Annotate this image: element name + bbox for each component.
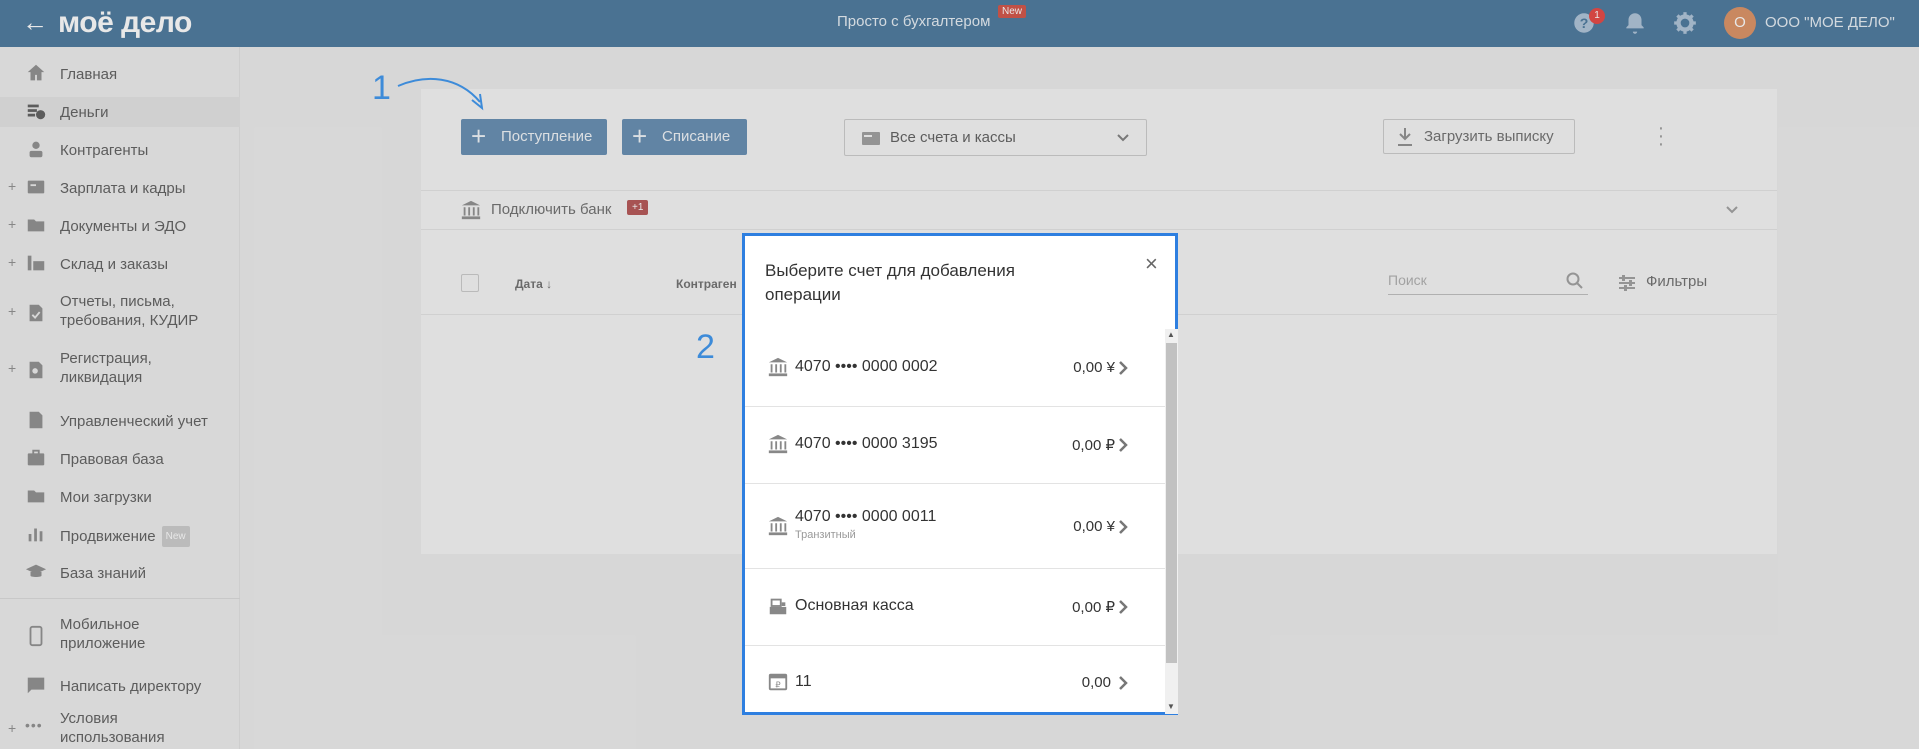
account-row[interactable]: 4070 •••• 0000 0002 0,00 ¥ bbox=[745, 331, 1165, 407]
account-balance: 0,00 ¥ bbox=[1073, 518, 1115, 535]
svg-text:₽: ₽ bbox=[775, 680, 780, 690]
annotation-number: 1 bbox=[372, 69, 391, 107]
close-icon[interactable]: × bbox=[1145, 253, 1158, 275]
account-balance: 0,00 bbox=[1081, 674, 1111, 691]
cash-register-icon bbox=[769, 598, 787, 615]
annotation-arrow-icon bbox=[397, 77, 484, 111]
chevron-right-icon bbox=[1119, 600, 1128, 614]
account-name: 11 bbox=[795, 673, 812, 690]
modal-title: Выберите счет для добавления операции bbox=[765, 261, 1015, 304]
account-name: 4070 •••• 0000 0011 bbox=[795, 508, 937, 525]
scroll-down-icon[interactable]: ▼ bbox=[1167, 702, 1175, 711]
account-name: 4070 •••• 0000 3195 bbox=[795, 435, 938, 452]
chevron-right-icon bbox=[1119, 361, 1128, 375]
account-row[interactable]: 4070 •••• 0000 0011 Транзитный 0,00 ¥ bbox=[745, 484, 1165, 569]
account-type: Транзитный bbox=[795, 529, 856, 541]
account-row[interactable]: Основная касса 0,00 ₽ bbox=[745, 569, 1165, 646]
scrollbar-thumb[interactable] bbox=[1166, 343, 1177, 663]
bank-icon bbox=[768, 516, 788, 536]
select-account-modal: Выберите счет для добавления операции × … bbox=[742, 233, 1178, 715]
wallet-icon: ₽ bbox=[768, 673, 788, 691]
account-list: 4070 •••• 0000 0002 0,00 ¥ 4070 •••• 000… bbox=[745, 331, 1165, 712]
account-row[interactable]: 4070 •••• 0000 3195 0,00 ₽ bbox=[745, 407, 1165, 484]
chevron-right-icon bbox=[1119, 438, 1128, 452]
account-name: Основная касса bbox=[795, 597, 914, 614]
chevron-right-icon bbox=[1119, 520, 1128, 534]
account-balance: 0,00 ₽ bbox=[1072, 437, 1115, 454]
scroll-up-icon[interactable]: ▲ bbox=[1167, 330, 1175, 339]
bank-icon bbox=[768, 357, 788, 377]
modal-scrollbar[interactable]: ▲ ▼ bbox=[1165, 329, 1178, 714]
account-name: 4070 •••• 0000 0002 bbox=[795, 358, 938, 375]
account-balance: 0,00 ¥ bbox=[1073, 359, 1115, 376]
bank-icon bbox=[768, 434, 788, 454]
annotation-number: 2 bbox=[696, 328, 715, 366]
chevron-right-icon bbox=[1119, 676, 1128, 690]
account-balance: 0,00 ₽ bbox=[1072, 599, 1115, 616]
account-row[interactable]: ₽ 11 0,00 bbox=[745, 646, 1165, 712]
